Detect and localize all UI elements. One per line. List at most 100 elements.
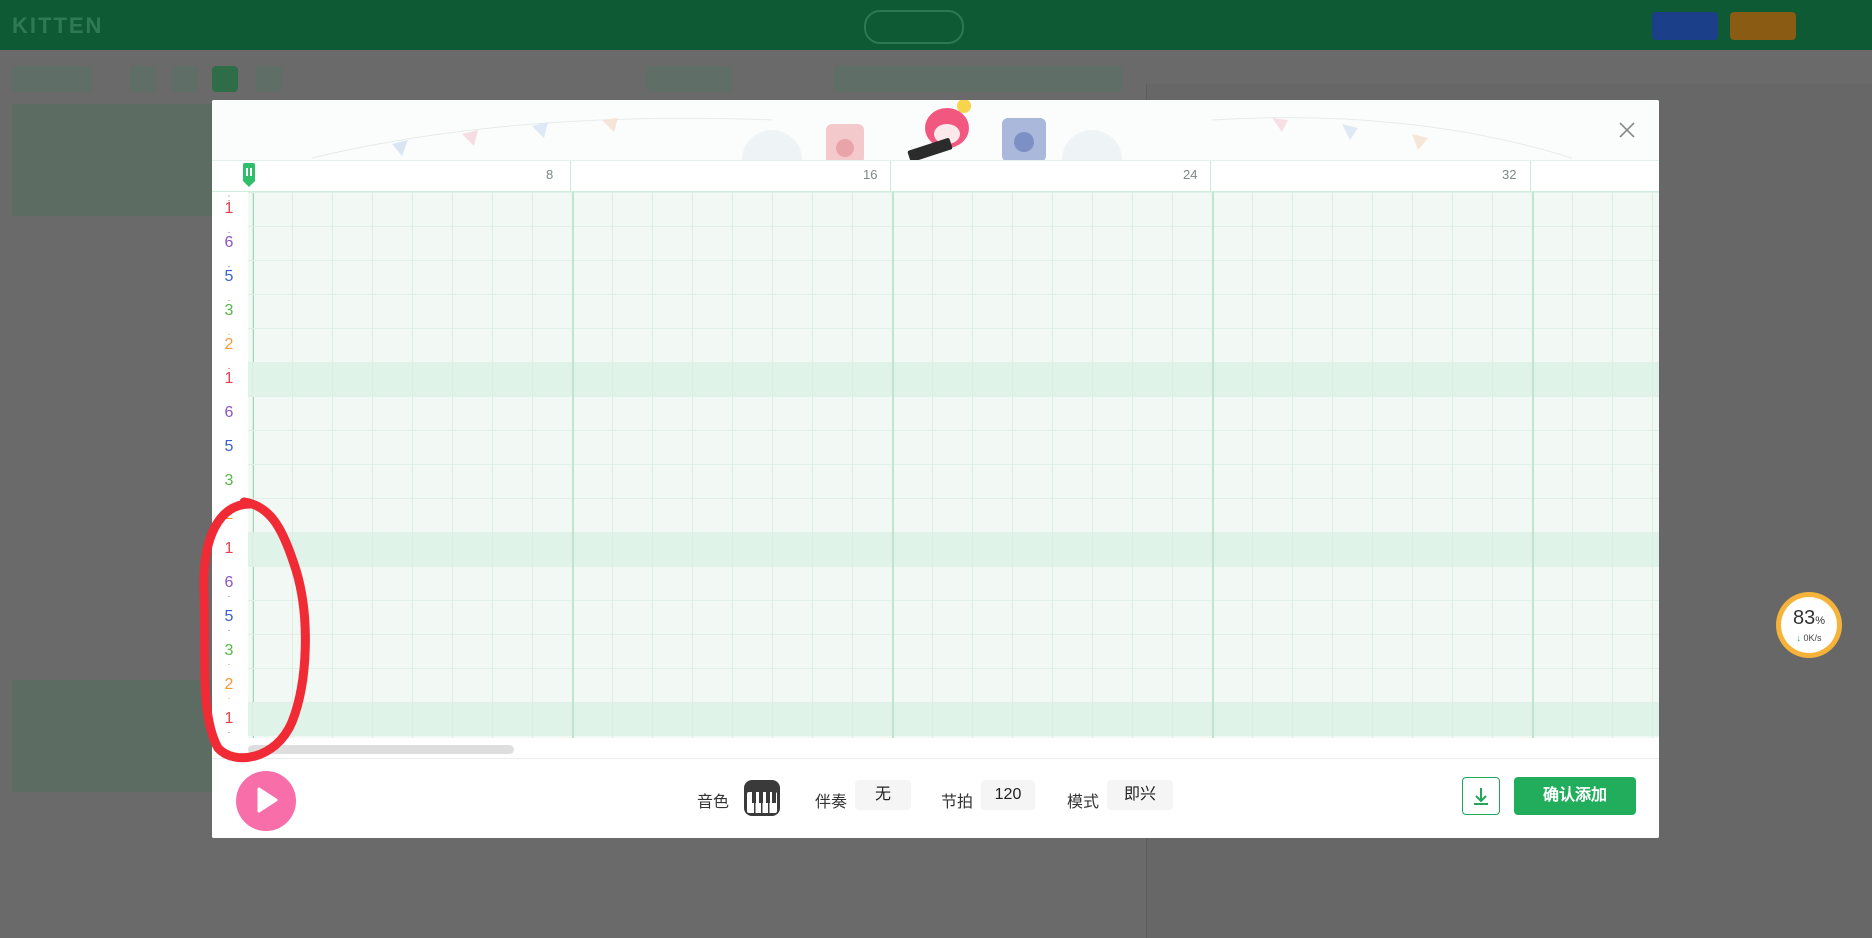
speed-percent-unit: %	[1815, 615, 1826, 627]
note-key-5[interactable]: 5 ·	[212, 260, 246, 294]
bg-toolbar-chip	[212, 66, 238, 92]
speed-widget-inner: 83% ↓ 0K/s	[1781, 597, 1837, 653]
grid-row-line	[248, 668, 1659, 669]
grid-row[interactable]	[248, 600, 1659, 634]
mode-select[interactable]: 即兴	[1107, 780, 1173, 810]
beat-line	[1332, 192, 1333, 738]
download-arrow-icon: ↓	[1796, 633, 1804, 643]
grid-row[interactable]	[248, 498, 1659, 532]
beat-line	[932, 192, 933, 738]
network-speed-widget[interactable]: 83% ↓ 0K/s	[1776, 592, 1842, 658]
note-grid[interactable]	[248, 192, 1659, 738]
bg-orange-button	[1730, 12, 1796, 40]
grid-row-line	[248, 600, 1659, 601]
beat-line	[772, 192, 773, 738]
download-button[interactable]	[1462, 777, 1500, 815]
grid-row-line	[248, 328, 1659, 329]
play-icon	[257, 787, 278, 813]
note-key-label: 3	[224, 472, 234, 489]
grid-row-line	[248, 430, 1659, 431]
grid-row-line	[248, 634, 1659, 635]
grid-row[interactable]	[248, 702, 1659, 736]
grid-row-line	[248, 532, 1659, 533]
music-editor-modal: 8 16 24 32 1:6 · 5 · 3 · 2 · 1 · 6 5 3 2 1 6 · 5 · 3 · 2 · 1 · 音…	[212, 100, 1659, 838]
bg-toolbar-chip	[12, 66, 92, 92]
note-key-3[interactable]: 3 ·	[212, 294, 246, 328]
mode-label: 模式	[1067, 794, 1100, 811]
bg-toolbar-chip	[834, 66, 1122, 92]
beat-line	[1572, 192, 1573, 738]
confirm-add-button[interactable]: 确认添加	[1514, 777, 1636, 815]
grid-row[interactable]	[248, 328, 1659, 362]
grid-row[interactable]	[248, 294, 1659, 328]
bar-line	[892, 192, 894, 738]
beat-line	[492, 192, 493, 738]
grid-row[interactable]	[248, 260, 1659, 294]
piano-icon[interactable]	[742, 778, 782, 818]
speed-percent-value: 83	[1792, 607, 1816, 629]
grid-row[interactable]	[248, 566, 1659, 600]
speed-percent: 83%	[1781, 607, 1837, 630]
beat-line	[1252, 192, 1253, 738]
octave-dot-above: :	[227, 193, 231, 204]
grid-row[interactable]	[248, 668, 1659, 702]
modal-header-banner	[212, 100, 1659, 160]
note-key-label: 6	[224, 404, 234, 421]
grid-row[interactable]	[248, 532, 1659, 566]
bar-line	[572, 192, 574, 738]
note-key-1[interactable]: 1:	[212, 192, 246, 226]
play-button[interactable]	[236, 771, 296, 831]
octave-dot-above: ·	[227, 261, 231, 272]
grid-row[interactable]	[248, 430, 1659, 464]
download-icon	[1474, 788, 1488, 805]
beat-line	[1172, 192, 1173, 738]
bg-toolbar-chip	[646, 66, 732, 92]
beat-line	[452, 192, 453, 738]
note-key-5[interactable]: 5	[212, 430, 246, 464]
ruler-divider	[570, 161, 571, 191]
octave-dot-above: ·	[227, 227, 231, 238]
note-key-3[interactable]: 3	[212, 464, 246, 498]
bg-blue-button	[1652, 12, 1718, 40]
bg-toolbar-chip	[256, 66, 282, 92]
note-key-6[interactable]: 6 ·	[212, 226, 246, 260]
close-icon[interactable]	[1613, 116, 1641, 144]
bg-panel	[12, 104, 212, 216]
note-key-label: 5	[224, 438, 234, 455]
beat-line	[1012, 192, 1013, 738]
bar-line	[1532, 192, 1534, 738]
grid-row[interactable]	[248, 226, 1659, 260]
grid-row[interactable]	[248, 634, 1659, 668]
note-key-6[interactable]: 6	[212, 396, 246, 430]
beat-line	[692, 192, 693, 738]
octave-dot-above: ·	[227, 363, 231, 374]
speed-rate: ↓ 0K/s	[1781, 633, 1837, 643]
grid-row-line	[248, 192, 1659, 193]
grid-row[interactable]	[248, 464, 1659, 498]
beat-line	[1652, 192, 1653, 738]
octave-dot-above: ·	[227, 295, 231, 306]
speed-rate-value: 0K/s	[1803, 633, 1822, 643]
grid-row[interactable]	[248, 192, 1659, 226]
tempo-label: 节拍	[941, 794, 974, 811]
grid-row-line	[248, 464, 1659, 465]
grid-row[interactable]	[248, 362, 1659, 396]
timbre-label: 音色	[697, 794, 730, 811]
beat-line	[1292, 192, 1293, 738]
horizontal-scrollbar[interactable]	[248, 742, 1659, 756]
note-key-1[interactable]: 1 ·	[212, 362, 246, 396]
beat-line	[1132, 192, 1133, 738]
beat-line	[972, 192, 973, 738]
bg-toolbar-chip	[130, 66, 156, 92]
tempo-input[interactable]: 120	[981, 780, 1035, 810]
ruler-mark-16: 16	[863, 167, 878, 182]
accompaniment-select[interactable]: 无	[855, 780, 911, 810]
beat-ruler[interactable]: 8 16 24 32	[212, 160, 1659, 193]
beat-line	[652, 192, 653, 738]
playhead-handle-icon[interactable]	[243, 163, 255, 189]
grid-row[interactable]	[248, 396, 1659, 430]
accompaniment-label: 伴奏	[815, 794, 848, 811]
note-key-2[interactable]: 2 ·	[212, 328, 246, 362]
editor-footer: 音色 伴奏 无 节拍 120 模式 即兴 确认添加	[212, 758, 1659, 838]
beat-line	[1052, 192, 1053, 738]
